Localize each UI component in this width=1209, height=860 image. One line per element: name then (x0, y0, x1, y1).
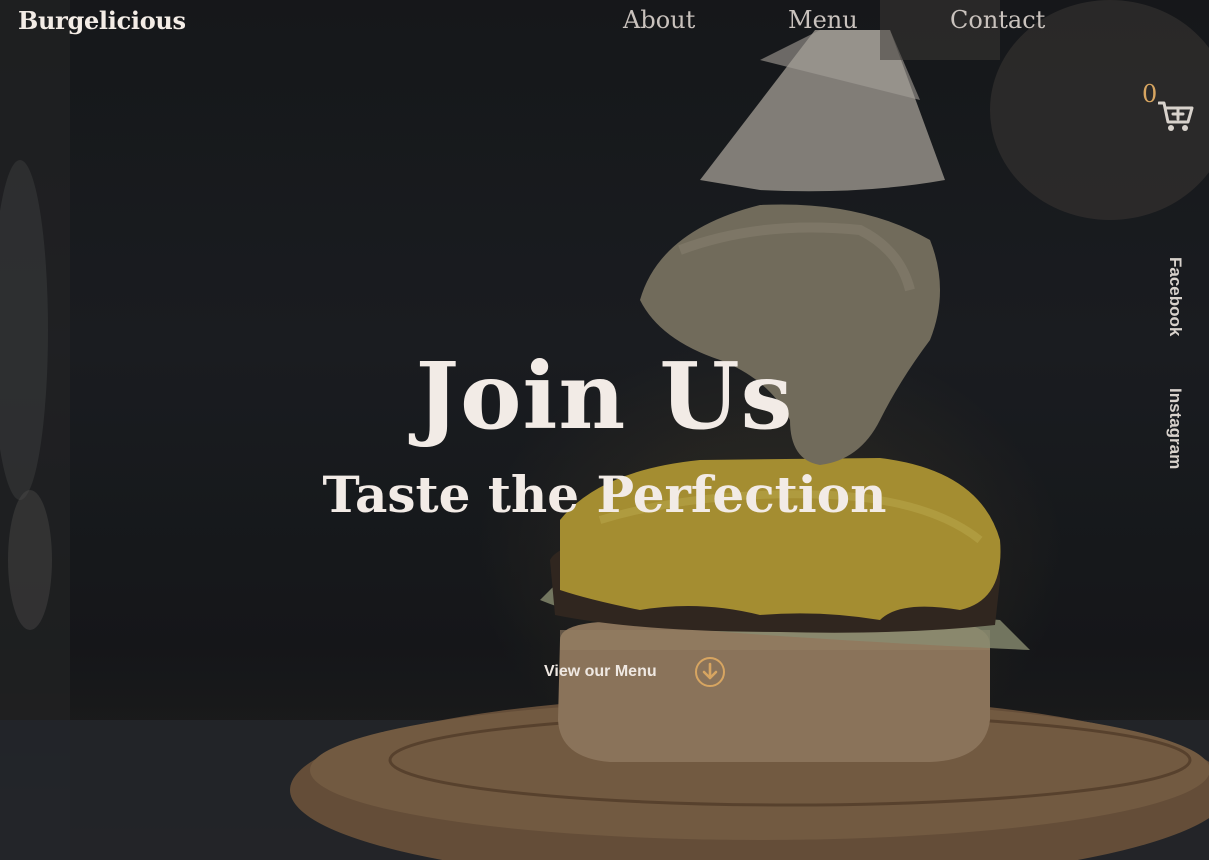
hero-title: Join Us (415, 342, 794, 450)
nav-link-menu[interactable]: Menu (788, 6, 858, 34)
hero-section: Burgelicious About Menu Contact 0 Facebo… (0, 0, 1209, 860)
social-link-facebook[interactable]: Facebook (1165, 257, 1185, 336)
cart-button[interactable]: 0 (1140, 80, 1200, 136)
main-nav: About Menu Contact (0, 6, 1209, 46)
hero-subtitle: Taste the Perfection (322, 465, 887, 524)
cart-count: 0 (1142, 80, 1158, 108)
view-menu-label: View our Menu (544, 663, 657, 680)
nav-link-contact[interactable]: Contact (950, 6, 1045, 34)
cart-plus-icon (1158, 101, 1194, 131)
arrow-down-circle-icon (694, 657, 725, 687)
nav-link-about[interactable]: About (623, 6, 695, 34)
view-menu-button[interactable]: View our Menu (544, 656, 726, 688)
